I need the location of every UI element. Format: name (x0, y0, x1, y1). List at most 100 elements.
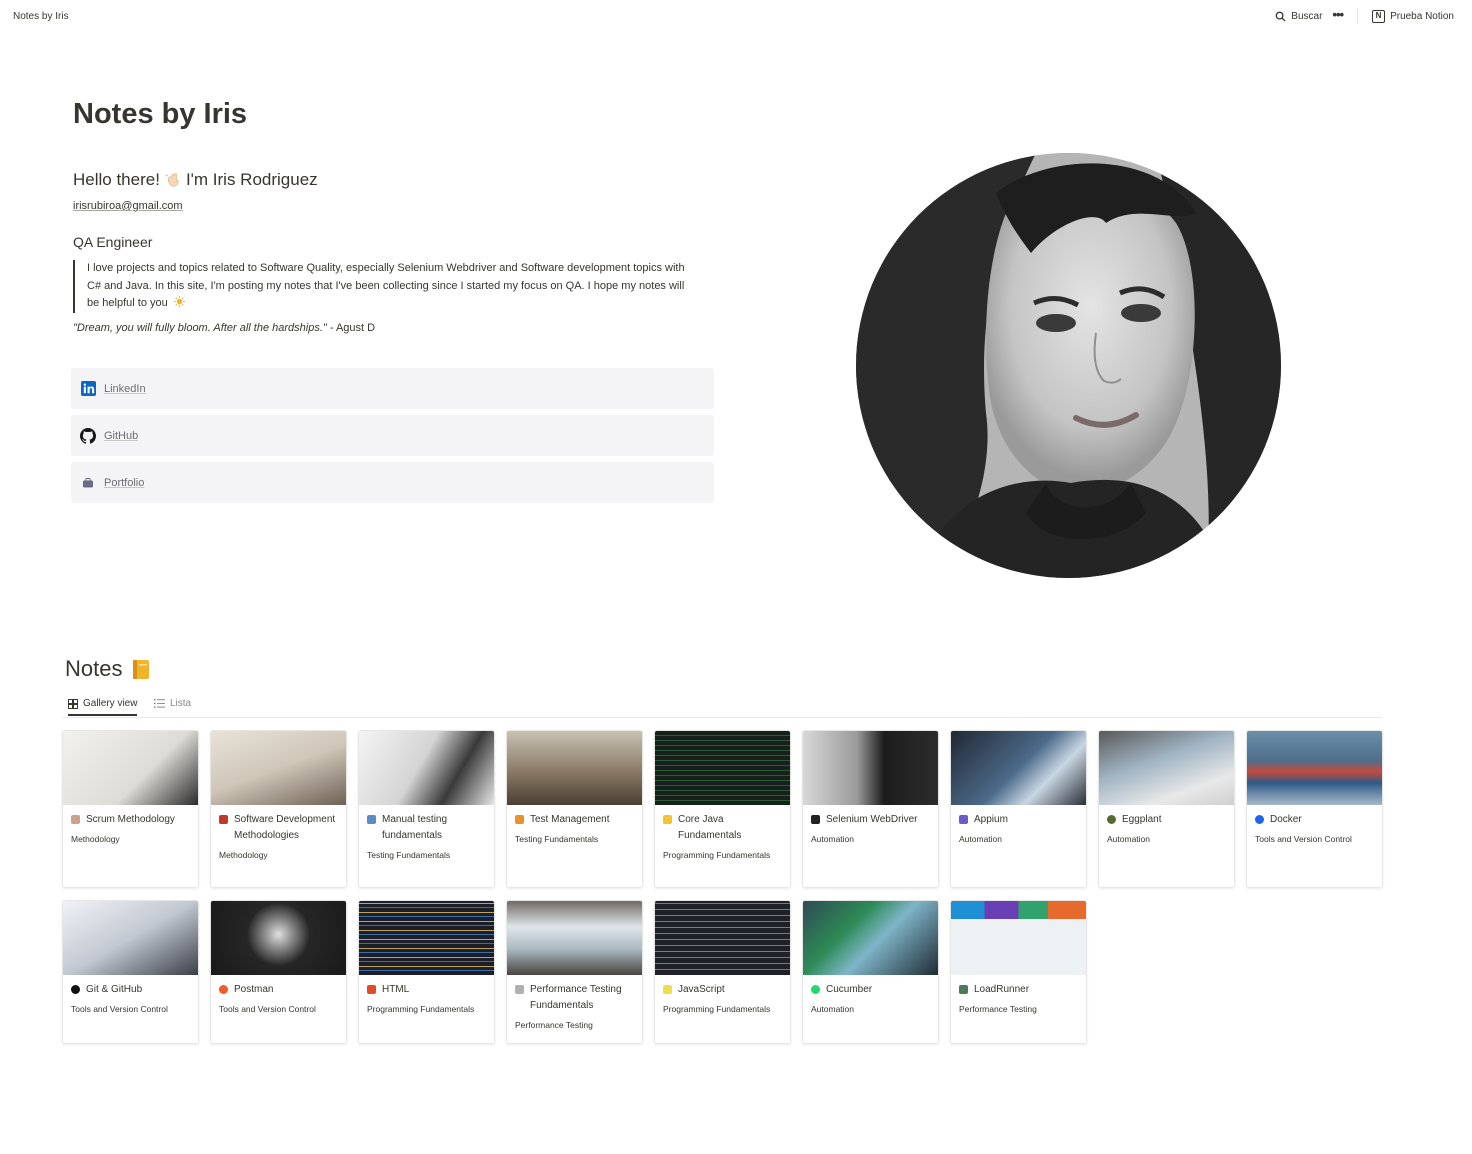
list-icon (154, 699, 165, 708)
card-cover (951, 731, 1086, 805)
email-link[interactable]: irisrubiroa@gmail.com (73, 200, 183, 212)
card-tag: Tools and Version Control (219, 1004, 316, 1014)
workspace-button[interactable]: N Prueba Notion (1372, 9, 1454, 23)
notebook-icon (133, 660, 150, 679)
card-tag: Programming Fundamentals (663, 1004, 771, 1014)
search-icon (1275, 11, 1286, 22)
note-card[interactable]: Software Development Methodologies Method… (210, 730, 347, 888)
waving-hand-icon (165, 173, 179, 187)
motto-author: - Agust D (326, 322, 376, 334)
linkedin-label: LinkedIn (104, 382, 146, 395)
card-icon (663, 815, 672, 824)
card-title: HTML (382, 984, 410, 995)
tab-gallery-label: Gallery view (83, 698, 138, 709)
card-icon (1107, 815, 1116, 824)
card-tag: Methodology (71, 834, 120, 844)
note-card[interactable]: Test Management Testing Fundamentals (506, 730, 643, 888)
card-title: Software Development Methodologies (234, 814, 336, 841)
card-icon (663, 985, 672, 994)
card-tag: Automation (811, 834, 854, 844)
card-cover (1247, 731, 1382, 805)
github-link[interactable]: GitHub (71, 415, 714, 456)
card-tag: Automation (811, 1004, 854, 1014)
card-tag: Performance Testing (515, 1020, 593, 1030)
card-cover (655, 731, 790, 805)
motto: "Dream, you will fully bloom. After all … (73, 322, 375, 334)
note-card[interactable]: JavaScript Programming Fundamentals (654, 900, 791, 1044)
card-title: Test Management (530, 814, 610, 825)
note-card[interactable]: Appium Automation (950, 730, 1087, 888)
github-label: GitHub (104, 429, 139, 442)
search-button[interactable]: Buscar (1275, 11, 1322, 22)
divider (1357, 9, 1359, 23)
card-icon (367, 815, 376, 824)
portfolio-link[interactable]: Portfolio (71, 462, 714, 503)
note-card[interactable]: Selenium WebDriver Automation (802, 730, 939, 888)
portfolio-label: Portfolio (104, 476, 145, 489)
notes-title-text: Notes (65, 656, 123, 681)
note-card[interactable]: Scrum Methodology Methodology (62, 730, 199, 888)
card-tag: Automation (1107, 834, 1150, 844)
greeting: Hello there! I'm Iris Rodriguez (73, 170, 318, 190)
card-icon (219, 815, 228, 824)
card-title: Docker (1270, 814, 1302, 825)
note-card[interactable]: LoadRunner Performance Testing (950, 900, 1087, 1044)
card-cover (63, 901, 198, 975)
gallery-grid-icon (68, 698, 78, 709)
card-tag: Testing Fundamentals (367, 850, 451, 860)
note-card[interactable]: Postman Tools and Version Control (210, 900, 347, 1044)
card-icon (811, 985, 820, 994)
note-card[interactable]: Cucumber Automation (802, 900, 939, 1044)
note-card[interactable]: Core Java Fundamentals Programming Fundam… (654, 730, 791, 888)
greeting-text: Hello there! (73, 170, 160, 189)
card-cover (211, 901, 346, 975)
page-title: Notes by Iris (73, 98, 248, 130)
card-title: Core Java Fundamentals (678, 814, 742, 841)
role-heading: QA Engineer (73, 234, 153, 250)
more-options-button[interactable]: ••• (1332, 8, 1344, 21)
card-icon (959, 815, 968, 824)
card-title: Eggplant (1122, 814, 1162, 825)
linkedin-link[interactable]: LinkedIn (71, 368, 714, 409)
note-card[interactable]: HTML Programming Fundamentals (358, 900, 495, 1044)
notion-logo-icon: N (1372, 9, 1386, 23)
card-tag: Performance Testing (959, 1004, 1037, 1014)
card-title: JavaScript (678, 984, 725, 995)
note-card[interactable]: Docker Tools and Version Control (1246, 730, 1383, 888)
motto-quote: "Dream, you will fully bloom. After all … (73, 322, 327, 334)
card-icon (959, 985, 968, 994)
card-title: Postman (234, 984, 274, 995)
note-card[interactable]: Eggplant Automation (1098, 730, 1235, 888)
top-actions: Buscar ••• N Prueba Notion (1275, 8, 1454, 23)
card-title: Scrum Methodology (86, 814, 175, 825)
note-card[interactable]: Git & GitHub Tools and Version Control (62, 900, 199, 1044)
card-icon (219, 985, 228, 994)
card-title: LoadRunner (974, 984, 1030, 995)
search-label: Buscar (1291, 10, 1323, 22)
tab-list[interactable]: Lista (154, 698, 191, 709)
card-title: Manual testing fundamentals (382, 814, 448, 841)
profile-photo-illustration (856, 153, 1281, 578)
note-card[interactable]: Manual testing fundamentals Testing Funda… (358, 730, 495, 888)
card-cover (951, 901, 1086, 975)
card-cover (211, 731, 346, 805)
card-title: Selenium WebDriver (826, 814, 918, 825)
sparkle-icon (173, 296, 185, 307)
card-tag: Tools and Version Control (71, 1004, 168, 1014)
card-icon (515, 815, 524, 824)
breadcrumb[interactable]: Notes by Iris (13, 11, 69, 22)
card-cover (359, 901, 494, 975)
card-tag: Programming Fundamentals (663, 850, 771, 860)
card-title: Appium (974, 814, 1008, 825)
card-cover (803, 901, 938, 975)
card-icon (811, 815, 820, 824)
note-card[interactable]: Performance Testing Fundamentals Performa… (506, 900, 643, 1044)
card-cover (803, 731, 938, 805)
card-tag: Testing Fundamentals (515, 834, 599, 844)
card-cover (507, 731, 642, 805)
tab-gallery-view[interactable]: Gallery view (68, 698, 138, 716)
view-tabs: Gallery view Lista (62, 694, 1382, 718)
greeting-name: I'm Iris Rodriguez (185, 170, 318, 189)
briefcase-icon (80, 475, 96, 491)
card-cover (63, 731, 198, 805)
